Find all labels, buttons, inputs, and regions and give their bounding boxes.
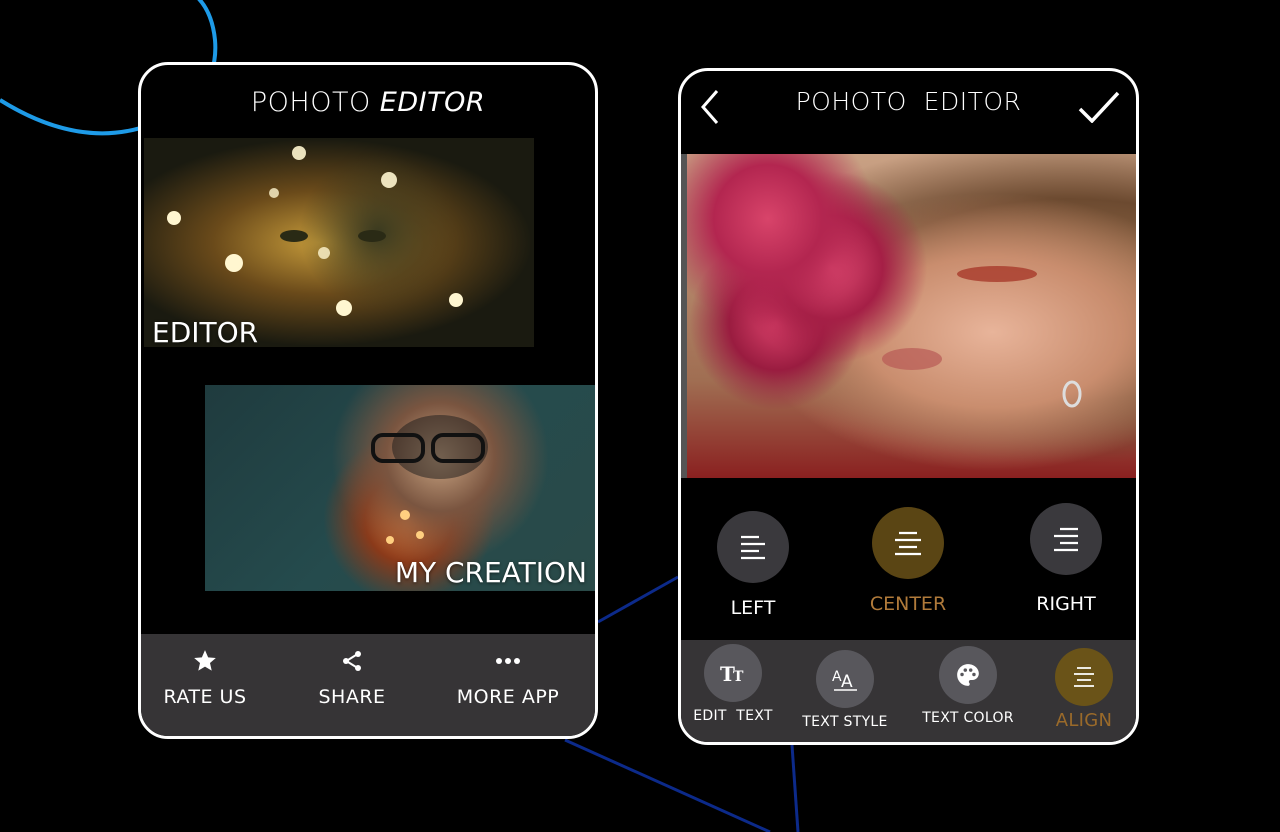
edit-text-tool[interactable]: TT EDIT TEXT [681, 644, 793, 724]
app-title-italic: EDITOR [379, 87, 486, 118]
align-center-icon [872, 507, 944, 579]
my-creation-card-label: MY CREATION [394, 556, 587, 589]
more-app-button[interactable]: MORE APP [438, 646, 578, 708]
editing-photo-art [882, 266, 1082, 408]
text-color-tool[interactable]: TEXT COLOR [908, 646, 1028, 726]
align-center-option[interactable]: CENTER [838, 507, 978, 615]
align-right-icon [1030, 503, 1102, 575]
editor-title: POHOTO EDITOR [795, 87, 1022, 116]
text-color-label: TEXT COLOR [922, 710, 1014, 726]
more-app-label: MORE APP [456, 686, 560, 708]
share-button[interactable]: SHARE [282, 646, 422, 708]
share-label: SHARE [318, 686, 386, 708]
share-icon [282, 646, 422, 676]
align-left-icon [717, 511, 789, 583]
align-right-label: RIGHT [1036, 593, 1096, 615]
more-dots-icon [438, 646, 578, 676]
home-screen-phone: POHOTO EDITOR EDITOR MY CREATION RATE US… [138, 62, 598, 739]
text-style-tool[interactable]: AA TEXT STYLE [785, 650, 905, 730]
app-title-main: POHOTO [250, 87, 371, 118]
align-tool-label: ALIGN [1055, 710, 1113, 731]
align-center-small-icon [1055, 648, 1113, 706]
edit-text-label: EDIT TEXT [693, 708, 773, 724]
app-title: POHOTO EDITOR [141, 87, 595, 118]
palette-icon [939, 646, 997, 704]
svg-text:A: A [841, 672, 853, 692]
my-creation-card[interactable]: MY CREATION [205, 385, 595, 591]
rate-us-label: RATE US [163, 686, 247, 708]
align-center-label: CENTER [869, 593, 947, 615]
align-left-option[interactable]: LEFT [683, 511, 823, 619]
text-tt-icon: TT [704, 644, 762, 702]
svg-text:T: T [733, 669, 744, 685]
font-style-icon: AA [816, 650, 874, 708]
text-style-label: TEXT STYLE [802, 714, 888, 730]
editor-tool-bar: TT EDIT TEXT AA TEXT STYLE TEXT COLOR AL… [681, 640, 1136, 742]
star-icon [141, 646, 275, 676]
check-icon[interactable] [1078, 91, 1120, 128]
align-left-label: LEFT [730, 597, 776, 619]
align-right-option[interactable]: RIGHT [996, 503, 1136, 615]
editing-photo[interactable] [687, 154, 1136, 478]
editor-screen-phone: POHOTO EDITOR LEFT CENTER RIGHT TT EDIT … [678, 68, 1139, 745]
home-bottom-bar: RATE US SHARE MORE APP [141, 634, 595, 736]
editor-card[interactable]: EDITOR [144, 138, 534, 347]
rate-us-button[interactable]: RATE US [141, 646, 275, 708]
align-tool[interactable]: ALIGN [1024, 648, 1136, 731]
editor-card-label: EDITOR [152, 316, 259, 347]
